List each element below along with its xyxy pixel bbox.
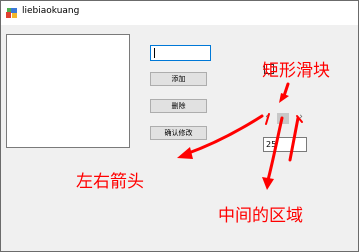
app-window: liebiaokuang 添加 删除 确认修改 ‹ › 25 (0, 0, 359, 252)
horizontal-scrollbar[interactable]: ‹ › (263, 112, 307, 125)
annotation-middle-label: 中间的区域 (218, 206, 303, 226)
confirm-edit-button[interactable]: 确认修改 (150, 126, 207, 140)
item-input[interactable] (150, 45, 211, 61)
annotation-arrows-label: 左右箭头 (76, 172, 144, 192)
scroll-thumb[interactable] (277, 113, 289, 124)
list-box[interactable] (6, 34, 130, 148)
scroll-right-arrow-icon[interactable]: › (297, 112, 305, 125)
window-title: liebiaokuang (22, 6, 80, 16)
scroll-value-input[interactable]: 25 (263, 137, 307, 152)
delete-button[interactable]: 删除 (150, 99, 207, 113)
app-icon (6, 8, 17, 18)
scroll-left-arrow-icon[interactable]: ‹ (263, 112, 271, 125)
text-caret (154, 48, 155, 58)
add-button[interactable]: 添加 (150, 72, 207, 86)
title-bar: liebiaokuang (1, 1, 358, 25)
annotation-thumb-label: 矩形滑块 (262, 61, 330, 81)
